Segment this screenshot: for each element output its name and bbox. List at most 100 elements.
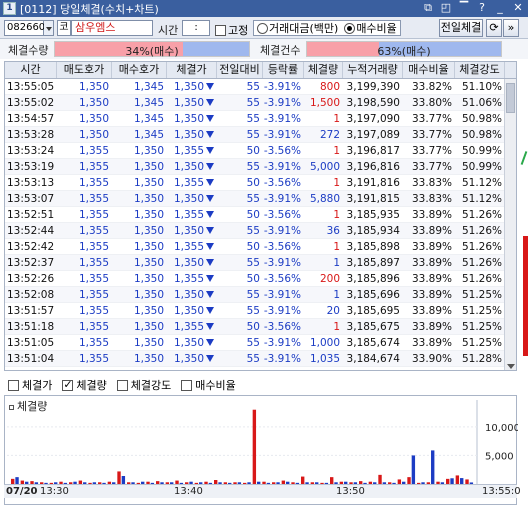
column-header[interactable]: 체결강도 bbox=[455, 62, 505, 78]
price-down-icon bbox=[206, 82, 214, 90]
chart-series-options: 체결가 체결량 체결강도 매수비율 bbox=[0, 376, 528, 394]
cell-ask: 1,355 bbox=[78, 209, 109, 221]
table-row[interactable]: 13:52:42 1,355 1,350 1,355 50 -3.56% 1 3,185,89… bbox=[5, 239, 505, 255]
radio-buy-ratio-button[interactable] bbox=[344, 22, 356, 34]
vertical-scrollbar[interactable] bbox=[504, 79, 516, 370]
close-icon[interactable]: ✕ bbox=[512, 1, 524, 15]
expand-icon[interactable]: » bbox=[503, 19, 519, 37]
cell-volume: 800 bbox=[319, 81, 340, 93]
scrollbar-thumb[interactable] bbox=[506, 83, 515, 113]
cell-volume: 1,035 bbox=[309, 353, 340, 365]
price-down-icon bbox=[206, 114, 214, 122]
chk-buy-ratio[interactable]: 매수비율 bbox=[181, 377, 236, 393]
column-header[interactable]: 매도호가 bbox=[57, 62, 112, 78]
table-row[interactable]: 13:52:44 1,355 1,350 1,350 55 -3.91% 36 3,185,9… bbox=[5, 223, 505, 239]
table-row[interactable]: 13:55:02 1,350 1,345 1,350 55 -3.91% 1,500 3,19… bbox=[5, 95, 505, 111]
radio-trade-amount[interactable]: 거래대금(백만) bbox=[257, 20, 338, 36]
stock-name-field[interactable]: 삼우엠스 bbox=[71, 20, 153, 36]
cell-price: 1,350 bbox=[167, 127, 217, 143]
prev-day-trades-button[interactable]: 전일체결 bbox=[439, 19, 483, 37]
cell-time: 13:51:04 bbox=[7, 353, 55, 365]
cell-volume: 1 bbox=[333, 177, 340, 189]
cell-volume: 200 bbox=[319, 273, 340, 285]
minimize-icon[interactable]: _ bbox=[494, 1, 506, 15]
table-row[interactable]: 13:54:57 1,350 1,345 1,350 55 -3.91% 1 3,197,09… bbox=[5, 111, 505, 127]
column-header[interactable]: 체결가 bbox=[167, 62, 217, 78]
cell-rate: -3.91% bbox=[263, 225, 301, 237]
cell-volume: 1 bbox=[333, 321, 340, 333]
cell-time: 13:52:08 bbox=[7, 289, 55, 301]
checkbox[interactable] bbox=[62, 378, 74, 391]
cell-bid: 1,345 bbox=[133, 129, 164, 141]
fixed-checkbox-label: 고정 bbox=[228, 24, 249, 37]
table-row[interactable]: 13:51:18 1,355 1,350 1,355 50 -3.56% 1 3,185,67… bbox=[5, 319, 505, 335]
cell-buy-ratio: 33.89% bbox=[411, 273, 452, 285]
table-row[interactable]: 13:52:51 1,355 1,350 1,355 50 -3.56% 1 3,185,93… bbox=[5, 207, 505, 223]
fixed-checkbox-box[interactable] bbox=[215, 24, 226, 36]
cell-volume: 5,880 bbox=[309, 193, 340, 205]
cell-time: 13:54:57 bbox=[7, 113, 55, 125]
column-header[interactable]: 전일대비 bbox=[217, 62, 263, 78]
y-tick-label: 10,000 bbox=[485, 423, 518, 434]
refresh-icon[interactable]: ⟳ bbox=[486, 19, 502, 37]
cell-rate: -3.56% bbox=[263, 177, 301, 189]
table-row[interactable]: 13:51:57 1,355 1,350 1,350 55 -3.91% 20 3,185,6… bbox=[5, 303, 505, 319]
column-header[interactable]: 누적거래량 bbox=[343, 62, 403, 78]
table-row[interactable]: 13:51:05 1,355 1,350 1,350 55 -3.91% 1,000 3,18… bbox=[5, 335, 505, 351]
table-row[interactable]: 13:52:37 1,355 1,350 1,350 55 -3.91% 1 3,185,89… bbox=[5, 255, 505, 271]
cell-change: 50 bbox=[246, 209, 260, 221]
price-down-icon bbox=[206, 210, 214, 218]
chk-trade-strength[interactable]: 체결강도 bbox=[116, 377, 171, 393]
table-row[interactable]: 13:53:13 1,355 1,350 1,355 50 -3.56% 1 3,191,81… bbox=[5, 175, 505, 191]
table-row[interactable]: 13:51:04 1,355 1,350 1,350 55 -3.91% 1,035 3,18… bbox=[5, 351, 505, 367]
stock-code-input[interactable]: 082660 bbox=[4, 20, 45, 36]
cell-strength: 51.06% bbox=[461, 97, 502, 109]
table-row[interactable]: 13:53:28 1,350 1,345 1,350 55 -3.91% 272 3,197,… bbox=[5, 127, 505, 143]
help-icon[interactable]: ? bbox=[476, 1, 488, 15]
scroll-down-icon[interactable] bbox=[507, 364, 515, 369]
column-header[interactable]: 등락률 bbox=[263, 62, 304, 78]
checkbox[interactable] bbox=[116, 379, 128, 391]
column-header[interactable]: 매수비율 bbox=[403, 62, 455, 78]
cell-ask: 1,350 bbox=[78, 81, 109, 93]
cell-rate: -3.91% bbox=[263, 337, 301, 349]
cell-bid: 1,350 bbox=[133, 321, 164, 333]
restore-window-icon[interactable]: ◰ bbox=[440, 1, 452, 15]
cell-time: 13:55:02 bbox=[7, 97, 55, 109]
stock-code-dropdown-icon[interactable] bbox=[44, 20, 54, 36]
sell-volume-bar bbox=[411, 455, 416, 484]
buy-volume-bar bbox=[330, 477, 334, 484]
cell-rate: -3.56% bbox=[263, 209, 301, 221]
chart-time-axis: 07/20 13:30 13:40 13:50 13:55:0 bbox=[4, 484, 521, 498]
column-header[interactable]: 시간 bbox=[5, 62, 57, 78]
radio-buy-ratio[interactable]: 매수비율 bbox=[344, 20, 397, 36]
table-row[interactable]: 13:53:07 1,355 1,350 1,350 55 -3.91% 5,880 3,19… bbox=[5, 191, 505, 207]
table-row[interactable]: 13:55:05 1,350 1,345 1,350 55 -3.91% 800 3,199,… bbox=[5, 79, 505, 95]
cell-bid: 1,350 bbox=[133, 209, 164, 221]
cell-strength: 51.26% bbox=[461, 241, 502, 253]
table-row[interactable]: 13:53:24 1,355 1,350 1,355 50 -3.56% 1 3,196,81… bbox=[5, 143, 505, 159]
column-header[interactable]: 체결량 bbox=[304, 62, 343, 78]
cell-rate: -3.56% bbox=[263, 321, 301, 333]
radio-trade-amount-button[interactable] bbox=[257, 22, 268, 34]
price-down-icon bbox=[206, 162, 214, 170]
cell-buy-ratio: 33.80% bbox=[411, 97, 452, 109]
checkbox[interactable] bbox=[8, 379, 19, 391]
time-input[interactable]: : bbox=[182, 20, 210, 36]
cell-strength: 50.99% bbox=[461, 161, 502, 173]
table-row[interactable]: 13:52:08 1,355 1,350 1,350 55 -3.91% 1 3,185,69… bbox=[5, 287, 505, 303]
price-down-icon bbox=[206, 338, 214, 346]
cell-bid: 1,350 bbox=[133, 241, 164, 253]
fixed-checkbox[interactable]: 고정 bbox=[215, 22, 248, 38]
chk-trade-volume[interactable]: 체결량 bbox=[62, 377, 107, 393]
table-row[interactable]: 13:53:19 1,355 1,350 1,350 55 -3.91% 5,000 3,19… bbox=[5, 159, 505, 175]
chk-trade-price[interactable]: 체결가 bbox=[8, 377, 52, 393]
cell-volume: 36 bbox=[326, 225, 340, 237]
link-window-icon[interactable]: ⧉ bbox=[422, 1, 434, 15]
checkbox[interactable] bbox=[181, 379, 193, 391]
pin-window-icon[interactable]: ▔ bbox=[458, 1, 470, 15]
column-header[interactable]: 매수호가 bbox=[112, 62, 167, 78]
table-row[interactable]: 13:52:26 1,355 1,350 1,355 50 -3.56% 200 3,185,… bbox=[5, 271, 505, 287]
cell-strength: 51.12% bbox=[461, 177, 502, 189]
price-down-icon bbox=[206, 130, 214, 138]
